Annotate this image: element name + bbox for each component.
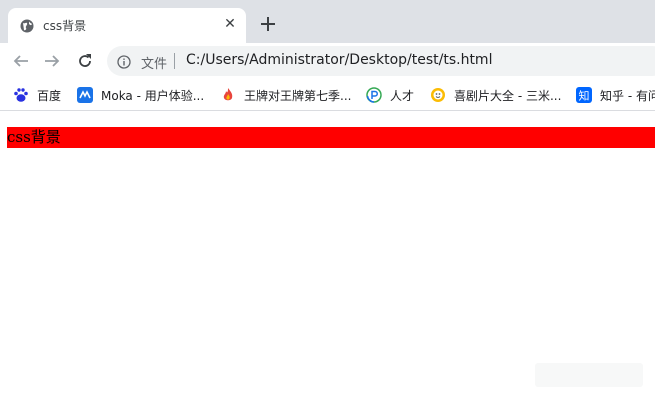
file-scheme-label: 文件: [141, 57, 168, 72]
zhihu-icon: 知: [576, 87, 592, 103]
bookmark-label: 王牌对王牌第七季...: [244, 88, 352, 103]
bookmark-wangpai[interactable]: 王牌对王牌第七季...: [220, 84, 351, 106]
bookmark-moka[interactable]: Moka - 用户体验...: [77, 84, 204, 106]
bookmark-zhihu[interactable]: 知 知乎 - 有问: [576, 84, 655, 106]
bookmark-rencai[interactable]: 人才: [366, 84, 414, 106]
browser-toolbar: 文件 C:/Users/Administrator/Desktop/test/t…: [0, 43, 655, 79]
baidu-paw-icon: [13, 87, 29, 103]
info-icon[interactable]: [117, 54, 131, 69]
bookmark-label: 人才: [390, 88, 415, 103]
reload-button[interactable]: [73, 49, 97, 73]
svg-text:知: 知: [579, 89, 590, 103]
address-bar[interactable]: 文件 C:/Users/Administrator/Desktop/test/t…: [107, 46, 655, 76]
smile-icon: [430, 87, 446, 103]
url-text[interactable]: C:/Users/Administrator/Desktop/test/ts.h…: [186, 52, 492, 68]
bookmark-label: Moka - 用户体验...: [101, 88, 205, 103]
globe-icon: [20, 18, 34, 33]
close-icon[interactable]: ✕: [222, 16, 238, 32]
bookmarks-bar: 百度 Moka - 用户体验... 王牌对王牌第七季... 人才 喜剧片大全 -…: [0, 79, 655, 111]
plus-icon: [261, 17, 275, 31]
flame-icon: [220, 87, 236, 103]
bookmark-label: 百度: [37, 88, 62, 103]
page-content: css背景: [0, 111, 655, 393]
moka-icon: [77, 87, 93, 103]
bookmark-comedy[interactable]: 喜剧片大全 - 三米...: [430, 84, 561, 106]
box-text: css背景: [7, 128, 61, 146]
arrow-left-icon: [13, 55, 28, 67]
divider: [174, 53, 175, 69]
css-background-box: css背景: [7, 127, 655, 148]
tab-title: css背景: [43, 19, 87, 33]
bookmark-baidu[interactable]: 百度: [13, 84, 61, 106]
bookmark-label: 喜剧片大全 - 三米...: [454, 88, 562, 103]
browser-tab[interactable]: css背景 ✕: [8, 8, 246, 43]
back-button[interactable]: [9, 49, 33, 73]
forward-button[interactable]: [40, 49, 64, 73]
p-circle-icon: [366, 87, 382, 103]
bookmark-label: 知乎 - 有问: [600, 88, 655, 103]
new-tab-button[interactable]: [258, 14, 278, 34]
arrow-right-icon: [45, 55, 60, 67]
background-shape: [535, 363, 643, 387]
reload-icon: [79, 54, 91, 67]
tab-strip: css背景 ✕: [0, 0, 655, 43]
